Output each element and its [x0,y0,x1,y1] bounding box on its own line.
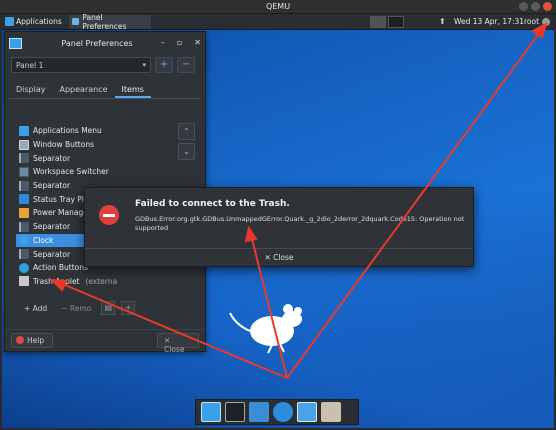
action-icon [19,262,29,273]
close-icon[interactable]: ✕ [194,38,201,47]
user-name[interactable]: root [524,17,539,26]
web-browser-icon[interactable] [273,402,293,422]
error-message: GDBus.Error:org.gtk.GDBus.UnmappedGError… [135,215,465,232]
workspace-icon [19,166,29,177]
list-item[interactable]: Applications Menu [16,124,174,138]
qemu-window-controls [519,2,552,11]
item-order-buttons: ⌃ ⌄ [178,123,195,160]
terminal-icon[interactable] [225,402,245,422]
move-down-icon[interactable]: ⌄ [178,143,195,160]
taskbar-item-panel-preferences[interactable]: Panel Preferences [68,14,151,31]
guest-desktop: Applications Panel Preferences ⬆ Wed 13 … [2,14,554,428]
panel-select-value: Panel 1 [16,61,44,70]
list-item[interactable]: Trash Applet (externa [16,275,174,289]
panel-select-row: Panel 1 ▾ + − [11,57,201,73]
add-new-item-icon[interactable]: + [121,301,136,315]
window-buttons-icon [19,139,29,150]
workspace-switcher [370,16,404,28]
window-icon [71,18,80,25]
close-button[interactable]: ✕ Close [157,333,199,354]
apps-menu-icon [19,125,29,136]
error-dialog: Failed to connect to the Trash. GDBus.Er… [84,187,474,267]
tray-network-icon[interactable]: ⬆ [439,17,449,27]
list-item[interactable]: Window Buttons [16,138,174,152]
qemu-title: QEMU [265,2,291,11]
file-manager-icon[interactable] [249,402,269,422]
power-icon [19,207,29,218]
applications-label: Applications [16,17,62,26]
window-titlebar: Panel Preferences – ▫ ✕ [5,32,205,54]
bottom-dock [195,399,359,425]
separator-icon [19,180,29,191]
help-icon [16,336,24,344]
minimize-icon[interactable] [519,2,528,11]
chevron-down-icon: ▾ [142,61,146,69]
error-icon [99,205,119,225]
workspace-1[interactable] [370,16,386,28]
item-actions: + Add − Remo ▤ + [20,301,136,315]
separator-icon [19,249,29,260]
power-icon[interactable] [542,18,550,26]
tab-appearance[interactable]: Appearance [53,81,115,98]
window-title: Panel Preferences [61,39,133,48]
edit-item-icon[interactable]: ▤ [101,301,116,315]
dialog-close-button[interactable]: ✕ Close [85,248,473,266]
help-button[interactable]: Help [11,333,53,348]
maximize-icon[interactable]: ▫ [177,38,182,47]
app-finder-icon[interactable] [297,402,317,422]
window-controls: – ▫ ✕ [161,38,201,47]
maximize-icon[interactable] [531,2,540,11]
list-item[interactable]: Workspace Switcher [16,165,174,179]
remove-panel-button[interactable]: − [177,57,195,73]
panel-select[interactable]: Panel 1 ▾ [11,57,151,73]
qemu-titlebar: QEMU [0,0,556,14]
separator-icon [19,221,29,232]
show-desktop-icon[interactable] [201,402,221,422]
top-panel: Applications Panel Preferences ⬆ Wed 13 … [2,14,554,31]
panel-clock[interactable]: Wed 13 Apr, 17:31 [454,17,524,26]
add-panel-button[interactable]: + [155,57,173,73]
window-footer: Help ✕ Close [5,329,205,354]
taskbar-item-label: Panel Preferences [82,14,127,31]
trash-icon [19,276,29,287]
list-item[interactable]: Separator [16,151,174,165]
move-up-icon[interactable]: ⌃ [178,123,195,140]
applications-icon [5,17,14,26]
tab-items[interactable]: Items [114,81,151,98]
minimize-icon[interactable]: – [161,38,165,47]
workspace-2[interactable] [388,16,404,28]
folder-icon[interactable] [321,402,341,422]
xfce-mouse-logo [229,304,302,354]
applications-menu-button[interactable]: Applications [2,14,65,30]
tab-display[interactable]: Display [9,81,53,98]
error-title: Failed to connect to the Trash. [135,199,290,209]
clock-icon [19,235,29,246]
remove-item-button[interactable]: − Remo [57,302,95,315]
add-item-button[interactable]: + Add [20,302,51,315]
close-icon[interactable] [543,2,552,11]
tabs: Display Appearance Items [9,81,201,99]
separator-icon [19,153,29,164]
tray-icon [19,194,29,205]
